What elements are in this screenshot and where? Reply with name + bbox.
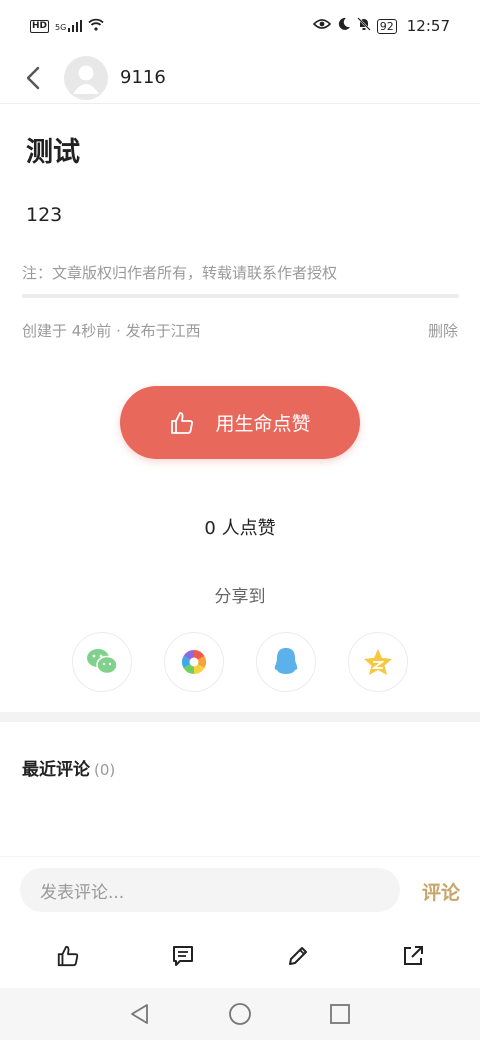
square-recents-icon (330, 1004, 350, 1024)
toolbar-share-button[interactable] (393, 936, 433, 976)
pencil-icon (288, 947, 307, 965)
article-page: HD 5G 92 12:57 9116 测试 123 注：文章版权归作者所有，转… (0, 0, 480, 1040)
battery-indicator: 92 (376, 18, 397, 34)
share-external-icon (403, 946, 423, 965)
moments-icon (181, 650, 207, 674)
like-count: 0 人点赞 (204, 518, 276, 539)
nav-back-button[interactable] (125, 999, 155, 1029)
top-bar: 9116 (0, 52, 480, 104)
circle-home-icon (229, 1003, 251, 1025)
hd-indicator: HD (30, 19, 50, 33)
copyright-notice: 注：文章版权归作者所有，转载请联系作者授权 (22, 264, 338, 282)
system-nav-bar (0, 988, 480, 1040)
toolbar-comment-button[interactable] (163, 936, 203, 976)
clock: 12:57 (406, 17, 450, 35)
status-left: HD 5G (30, 18, 104, 35)
post-title: 测试 (26, 137, 80, 168)
wechat-icon (87, 649, 118, 675)
author-name[interactable]: 9116 (120, 67, 166, 88)
qq-icon (274, 648, 298, 674)
share-qq-button[interactable] (256, 632, 316, 692)
avatar[interactable] (64, 55, 108, 100)
share-title: 分享到 (214, 587, 266, 607)
comment-submit-button[interactable]: 评论 (422, 878, 460, 905)
section-separator (0, 712, 480, 722)
nav-home-button[interactable] (225, 999, 255, 1029)
share-moments-button[interactable] (164, 632, 224, 692)
signal-label: 5G (55, 23, 67, 32)
comments-title-label: 最近评论 (22, 760, 90, 780)
share-wechat-button[interactable] (72, 632, 132, 692)
divider (22, 294, 459, 298)
eye-icon (312, 18, 331, 34)
user-icon (73, 65, 99, 94)
triangle-back-icon (131, 1004, 148, 1024)
thumbs-up-icon (57, 945, 78, 967)
delete-button[interactable]: 删除 (428, 320, 458, 341)
thumbs-up-icon (169, 410, 195, 436)
comment-input[interactable]: 发表评论... (20, 868, 400, 912)
comments-count: (0) (94, 761, 116, 779)
post-meta: 创建于 4秒前 · 发布于江西 (22, 322, 201, 340)
comment-icon (172, 946, 193, 966)
signal-icon: 5G (55, 20, 83, 32)
comments-title: 最近评论 (0) (22, 755, 115, 780)
bottom-toolbar (0, 934, 480, 978)
back-button[interactable] (20, 65, 46, 91)
moon-icon (337, 17, 351, 35)
status-right: 92 12:57 (312, 17, 450, 35)
qzone-icon (364, 649, 392, 675)
like-button[interactable]: 用生命点赞 (120, 386, 360, 459)
status-bar: HD 5G 92 12:57 (0, 0, 480, 52)
like-button-label: 用生命点赞 (215, 413, 311, 435)
post-body: 123 (26, 204, 63, 226)
toolbar-like-button[interactable] (48, 936, 88, 976)
nav-recents-button[interactable] (325, 999, 355, 1029)
chevron-left-icon (26, 66, 40, 89)
mute-bell-icon (357, 17, 371, 35)
wifi-icon (88, 18, 104, 35)
toolbar-edit-button[interactable] (278, 936, 318, 976)
share-qzone-button[interactable] (348, 632, 408, 692)
share-row (72, 632, 408, 692)
